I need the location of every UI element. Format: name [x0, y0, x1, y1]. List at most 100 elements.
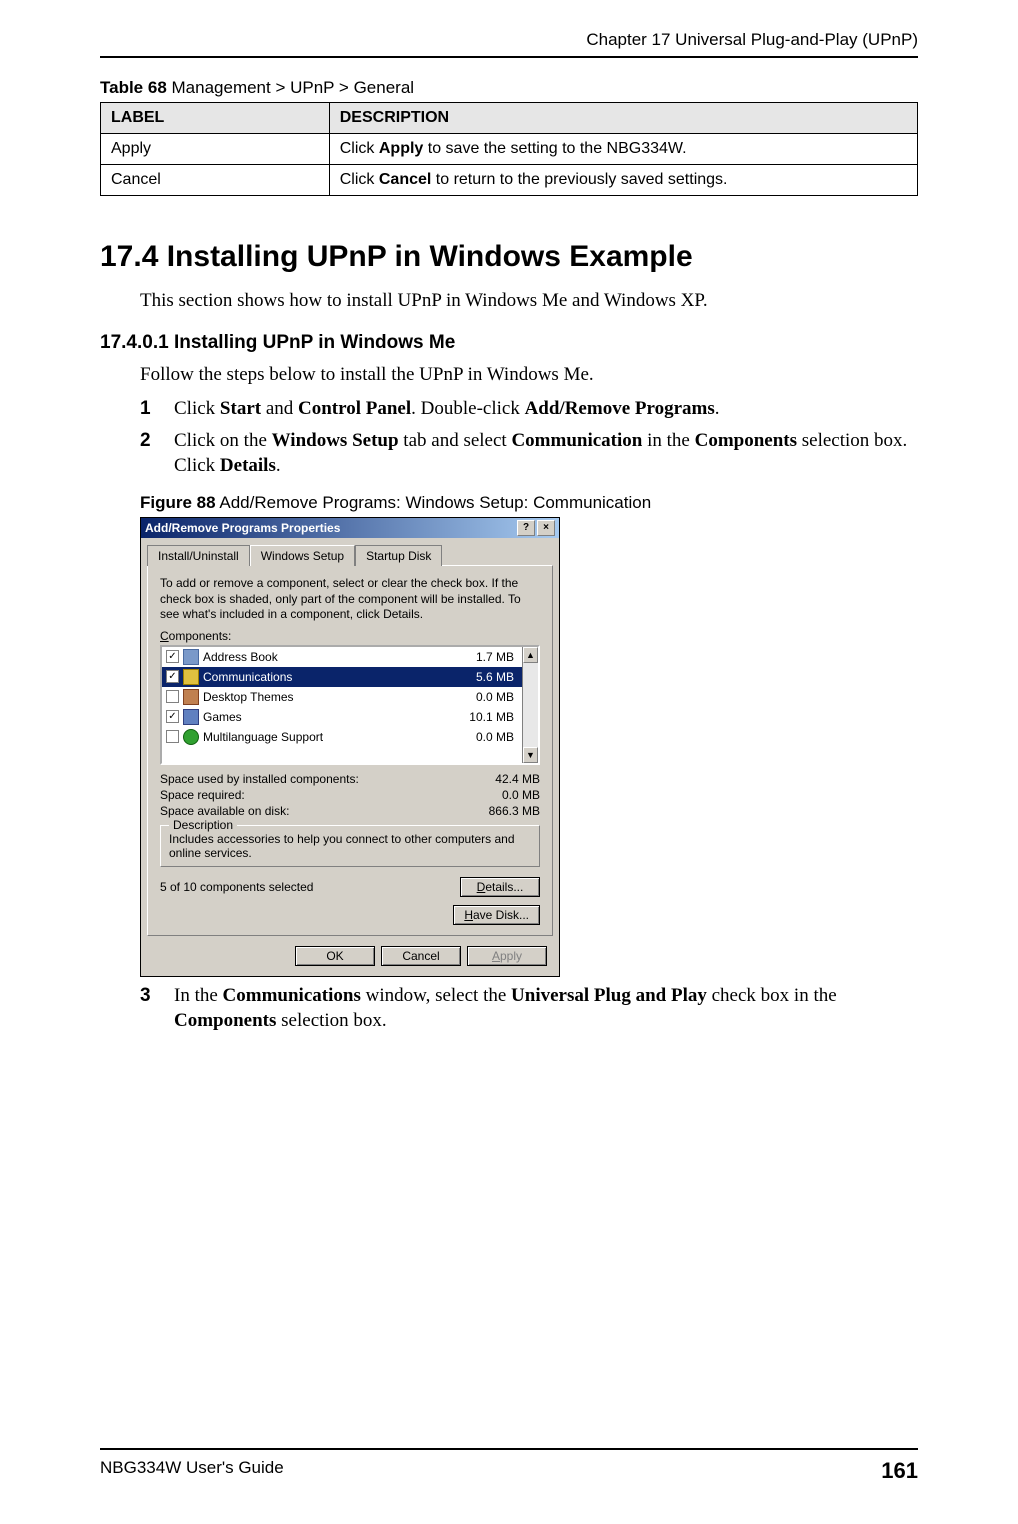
- table-caption-bold: Table 68: [100, 78, 167, 97]
- have-disk-button[interactable]: Have Disk...: [453, 905, 540, 925]
- apply-button[interactable]: Apply: [467, 946, 547, 966]
- t: selection box.: [276, 1010, 386, 1031]
- t: etails...: [485, 880, 523, 894]
- item-size: 10.1 MB: [469, 710, 518, 724]
- section-intro: This section shows how to install UPnP i…: [140, 290, 918, 312]
- t: Components: [174, 1010, 276, 1031]
- selected-count: 5 of 10 components selected: [160, 880, 313, 894]
- section-heading: 17.4 Installing UPnP in Windows Example: [100, 240, 918, 274]
- checkbox-icon[interactable]: [166, 690, 179, 703]
- figure-caption-rest: Add/Remove Programs: Windows Setup: Comm…: [216, 493, 652, 512]
- components-listbox[interactable]: ✓ Address Book 1.7 MB ✓ Communications 5…: [160, 645, 540, 765]
- kv-label: Space required:: [160, 788, 245, 802]
- scrollbar[interactable]: ▲ ▼: [522, 647, 538, 763]
- cell-label: Cancel: [101, 165, 330, 196]
- step-list-after: 3 In the Communications window, select t…: [140, 983, 918, 1034]
- scroll-track[interactable]: [523, 663, 538, 747]
- tab-startup-disk[interactable]: Startup Disk: [355, 545, 442, 566]
- u: H: [464, 908, 473, 922]
- footer-rule: [100, 1448, 918, 1450]
- close-icon[interactable]: ×: [537, 520, 555, 536]
- list-item[interactable]: ✓ Games 10.1 MB: [162, 707, 522, 727]
- step-number: 1: [140, 396, 174, 422]
- cell-text: Click: [340, 140, 379, 157]
- panel-instructions: To add or remove a component, select or …: [160, 576, 540, 623]
- description-text: Includes accessories to help you connect…: [169, 832, 531, 860]
- t: pply: [500, 949, 522, 963]
- titlebar[interactable]: Add/Remove Programs Properties ? ×: [141, 518, 559, 538]
- scroll-up-icon[interactable]: ▲: [523, 647, 538, 663]
- cell-desc: Click Apply to save the setting to the N…: [329, 134, 917, 165]
- table-row: Apply Click Apply to save the setting to…: [101, 134, 918, 165]
- t: tab and select: [399, 430, 512, 451]
- components-label: Components:: [160, 629, 540, 643]
- kv-value: 0.0 MB: [502, 788, 540, 802]
- t: Windows Setup: [272, 430, 399, 451]
- communications-icon: [183, 669, 199, 685]
- header-rule: [100, 56, 918, 58]
- t: Details: [220, 455, 276, 476]
- dialog-add-remove-programs: Add/Remove Programs Properties ? × Insta…: [140, 517, 560, 977]
- subsection-body: Follow the steps below to install the UP…: [140, 364, 918, 386]
- tab-install-uninstall[interactable]: Install/Uninstall: [147, 545, 250, 566]
- cell-label: Apply: [101, 134, 330, 165]
- games-icon: [183, 709, 199, 725]
- th-desc: DESCRIPTION: [329, 103, 917, 134]
- step-text: Click on the Windows Setup tab and selec…: [174, 428, 918, 479]
- t: .: [276, 455, 281, 476]
- cell-text: to save the setting to the NBG334W.: [423, 140, 686, 157]
- tabs: Install/Uninstall Windows Setup Startup …: [141, 538, 559, 565]
- t: check box in the: [707, 985, 837, 1006]
- t: omponents:: [169, 629, 232, 643]
- t: Click: [174, 398, 220, 419]
- list-item[interactable]: ✓ Communications 5.6 MB: [162, 667, 522, 687]
- item-size: 1.7 MB: [476, 650, 518, 664]
- cancel-button[interactable]: Cancel: [381, 946, 461, 966]
- list-item[interactable]: ✓ Address Book 1.7 MB: [162, 647, 522, 667]
- checkbox-icon[interactable]: ✓: [166, 650, 179, 663]
- t: . Double-click: [411, 398, 524, 419]
- kv-label: Space available on disk:: [160, 804, 289, 818]
- kv-label: Space used by installed components:: [160, 772, 359, 786]
- item-name: Address Book: [203, 650, 472, 664]
- u: C: [160, 629, 169, 643]
- list-item[interactable]: Desktop Themes 0.0 MB: [162, 687, 522, 707]
- details-button[interactable]: Details...: [460, 877, 540, 897]
- list-inner: ✓ Address Book 1.7 MB ✓ Communications 5…: [162, 647, 522, 763]
- description-box: Includes accessories to help you connect…: [160, 825, 540, 867]
- footer: NBG334W User's Guide 161: [100, 1448, 918, 1484]
- table-row: Cancel Click Cancel to return to the pre…: [101, 165, 918, 196]
- list-item[interactable]: Multilanguage Support 0.0 MB: [162, 727, 522, 747]
- table-caption: Table 68 Management > UPnP > General: [100, 78, 918, 98]
- page-number: 161: [881, 1458, 918, 1484]
- t: In the: [174, 985, 223, 1006]
- ok-button[interactable]: OK: [295, 946, 375, 966]
- item-name: Multilanguage Support: [203, 730, 472, 744]
- item-name: Communications: [203, 670, 472, 684]
- step-2: 2 Click on the Windows Setup tab and sel…: [140, 428, 918, 479]
- t: and: [261, 398, 298, 419]
- space-info: Space used by installed components:42.4 …: [160, 771, 540, 819]
- subsection-heading: 17.4.0.1 Installing UPnP in Windows Me: [100, 332, 918, 354]
- checkbox-icon[interactable]: [166, 730, 179, 743]
- tab-panel: To add or remove a component, select or …: [147, 565, 553, 936]
- dialog-buttons: OK Cancel Apply: [141, 936, 559, 976]
- cell-bold: Cancel: [379, 171, 431, 188]
- item-size: 0.0 MB: [476, 690, 518, 704]
- cell-text: to return to the previously saved settin…: [431, 171, 727, 188]
- tab-windows-setup[interactable]: Windows Setup: [250, 545, 355, 566]
- dialog-title: Add/Remove Programs Properties: [145, 521, 515, 535]
- step-number: 2: [140, 428, 174, 479]
- checkbox-icon[interactable]: ✓: [166, 670, 179, 683]
- scroll-down-icon[interactable]: ▼: [523, 747, 538, 763]
- kv-value: 866.3 MB: [489, 804, 540, 818]
- step-3: 3 In the Communications window, select t…: [140, 983, 918, 1034]
- item-name: Desktop Themes: [203, 690, 472, 704]
- u: A: [492, 949, 500, 963]
- checkbox-icon[interactable]: ✓: [166, 710, 179, 723]
- cell-text: Click: [340, 171, 379, 188]
- multilanguage-icon: [183, 729, 199, 745]
- help-icon[interactable]: ?: [517, 520, 535, 536]
- t: Add/Remove Programs: [525, 398, 715, 419]
- t: Start: [220, 398, 261, 419]
